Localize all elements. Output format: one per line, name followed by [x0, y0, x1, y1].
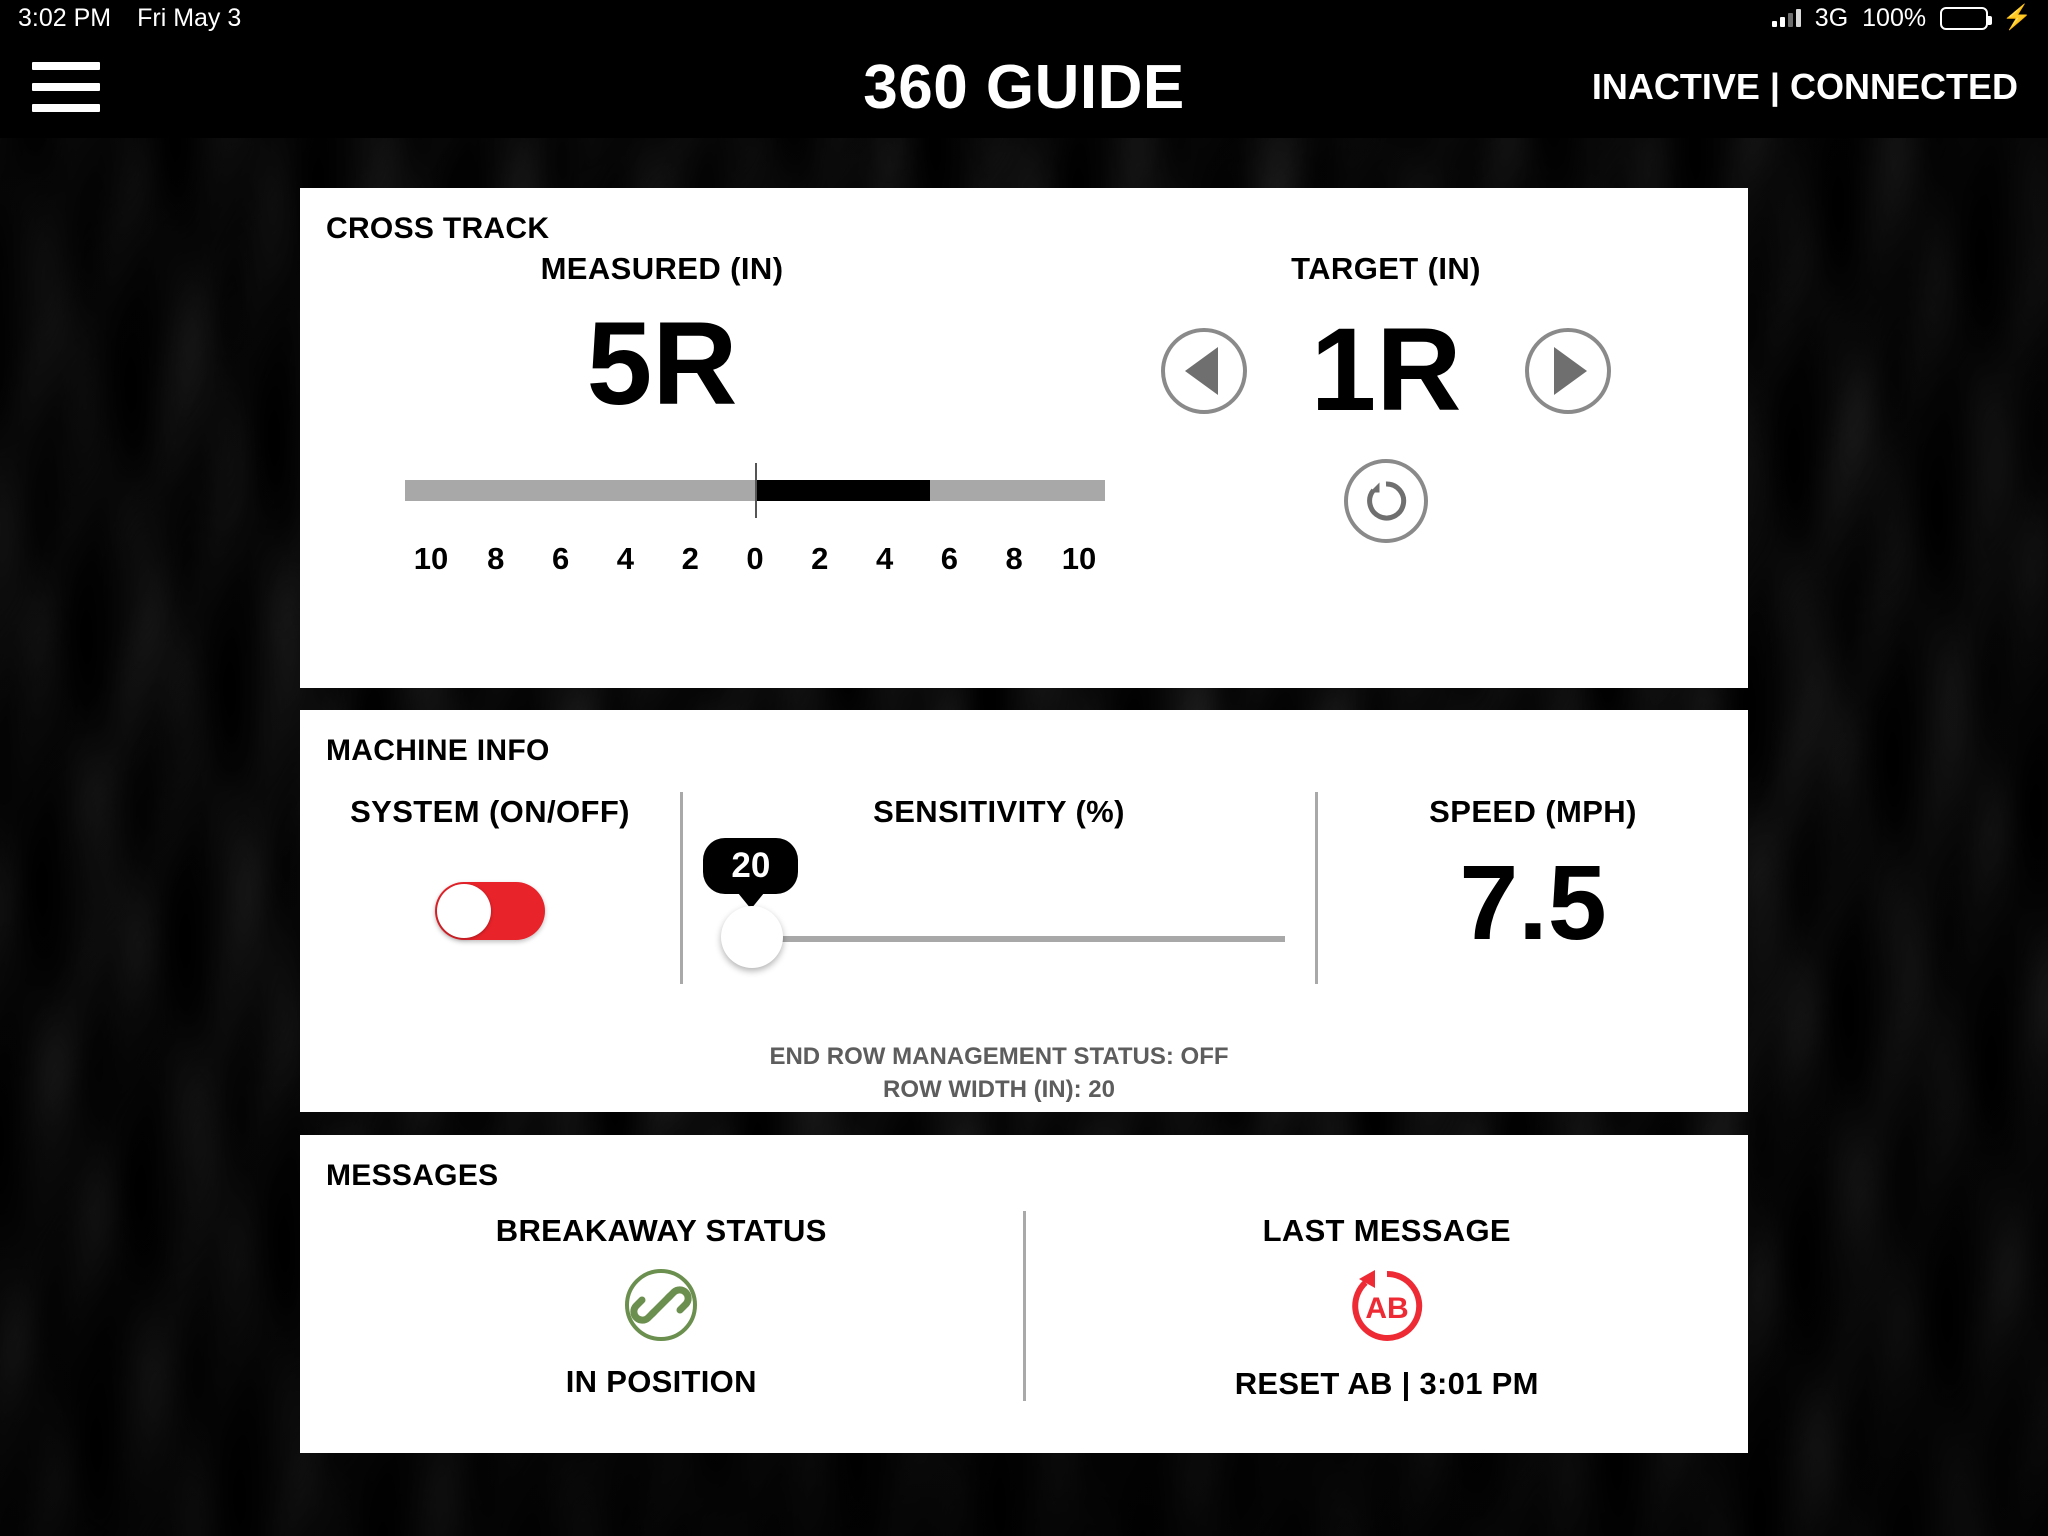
system-toggle-knob — [437, 884, 491, 938]
svg-text:AB: AB — [1365, 1292, 1408, 1325]
speed-label: SPEED (MPH) — [1429, 794, 1637, 829]
cross-track-tick: 0 — [746, 541, 764, 576]
hamburger-menu-icon[interactable] — [32, 62, 100, 112]
target-label: TARGET (IN) — [1291, 251, 1481, 286]
triangle-left-icon — [1185, 346, 1218, 395]
app-header: 360 GUIDE INACTIVE | CONNECTED — [0, 36, 2048, 138]
cross-track-gauge-track[interactable] — [405, 463, 1105, 518]
status-bar-left: 3:02 PM Fri May 3 — [0, 4, 241, 33]
status-bar-date: Fri May 3 — [137, 3, 242, 32]
machine-info-body: SYSTEM (ON/OFF) SENSITIVITY (%) 20 END R… — [300, 772, 1748, 1112]
cross-track-tick: 2 — [681, 541, 699, 576]
speed-value: 7.5 — [1459, 844, 1607, 962]
cross-track-tick: 10 — [413, 541, 449, 576]
measured-label: MEASURED (IN) — [540, 251, 784, 286]
reset-ab-icon: AB — [1346, 1265, 1428, 1352]
target-stepper: 1R — [1024, 304, 1748, 436]
cross-track-scale: 10 8 6 4 2 0 2 4 6 8 10 — [405, 541, 1105, 577]
battery-icon — [1940, 6, 1993, 30]
sensitivity-slider-knob[interactable] — [721, 906, 784, 968]
status-bar: 3:02 PM Fri May 3 3G 100% ⚡ — [0, 0, 2048, 36]
cross-track-center-tick — [755, 463, 757, 518]
messages-body: BREAKAWAY STATUS IN POSITION LAST MESSAG… — [300, 1197, 1748, 1453]
sensitivity-slider-track[interactable] — [721, 906, 1285, 968]
sensitivity-section: SENSITIVITY (%) 20 END ROW MANAGEMENT ST… — [683, 772, 1315, 1112]
last-message-label: LAST MESSAGE — [1262, 1213, 1511, 1248]
connection-status-badge: INACTIVE | CONNECTED — [1591, 66, 2018, 107]
cross-track-gauge-fill — [755, 480, 930, 501]
cross-track-tick: 6 — [551, 541, 570, 576]
breakaway-status-value: IN POSITION — [565, 1364, 757, 1399]
row-width-text: ROW WIDTH (IN): 20 — [883, 1076, 1115, 1104]
status-bar-right: 3G 100% ⚡ — [1771, 3, 2048, 33]
machine-info-footnotes: END ROW MANAGEMENT STATUS: OFF ROW WIDTH… — [683, 1040, 1315, 1106]
speed-section: SPEED (MPH) 7.5 — [1318, 772, 1748, 1112]
cross-track-tick: 10 — [1061, 541, 1097, 576]
target-section: TARGET (IN) 1R — [1024, 188, 1748, 688]
target-reset-button[interactable] — [1344, 458, 1428, 543]
cross-track-body: MEASURED (IN) 5R TARGET (IN) 1R — [300, 188, 1748, 688]
target-reset-wrap — [1024, 458, 1748, 543]
system-label: SYSTEM (ON/OFF) — [350, 794, 630, 829]
system-section: SYSTEM (ON/OFF) — [300, 772, 680, 1112]
end-row-status-text: END ROW MANAGEMENT STATUS: OFF — [769, 1043, 1229, 1070]
lightning-bolt-icon: ⚡ — [2002, 4, 2032, 31]
status-bar-network: 3G — [1814, 3, 1849, 32]
measured-value: 5R — [586, 298, 738, 430]
target-value: 1R — [1310, 304, 1462, 436]
cross-track-tick: 8 — [487, 541, 505, 576]
cross-track-tick: 4 — [616, 541, 635, 576]
cross-track-tick: 4 — [875, 541, 894, 576]
triangle-right-icon — [1554, 346, 1587, 395]
machine-info-panel: MACHINE INFO SYSTEM (ON/OFF) SENSITIVITY… — [300, 710, 1748, 1112]
last-message-value: RESET AB | 3:01 PM — [1234, 1366, 1539, 1401]
status-bar-time: 3:02 PM — [18, 3, 112, 32]
cross-track-tick: 2 — [811, 541, 829, 576]
cellular-signal-icon — [1771, 9, 1801, 27]
cross-track-tick: 6 — [940, 541, 958, 576]
last-message-section: LAST MESSAGE AB RESET AB | 3:01 PM — [1026, 1197, 1749, 1453]
target-increment-button[interactable] — [1525, 327, 1611, 414]
sensitivity-label: SENSITIVITY (%) — [873, 794, 1125, 829]
status-bar-battery-percent: 100% — [1862, 3, 1927, 32]
cross-track-gauge: 10 8 6 4 2 0 2 4 6 8 10 — [405, 463, 1105, 577]
messages-panel: MESSAGES BREAKAWAY STATUS IN POSITION LA… — [300, 1135, 1748, 1453]
target-decrement-button[interactable] — [1161, 327, 1247, 414]
reset-counterclockwise-icon — [1367, 481, 1407, 521]
machine-info-panel-title: MACHINE INFO — [326, 734, 550, 767]
cross-track-panel: CROSS TRACK MEASURED (IN) 5R TARGET (IN)… — [300, 188, 1748, 688]
breakaway-status-label: BREAKAWAY STATUS — [495, 1213, 827, 1248]
sensitivity-value-bubble: 20 — [703, 838, 799, 894]
cross-track-tick: 8 — [1005, 541, 1023, 576]
measured-section: MEASURED (IN) 5R — [300, 188, 1024, 688]
chain-link-icon — [621, 1265, 701, 1350]
messages-panel-title: MESSAGES — [326, 1159, 499, 1192]
system-power-toggle[interactable] — [435, 882, 545, 940]
breakaway-status-section: BREAKAWAY STATUS IN POSITION — [300, 1197, 1023, 1453]
